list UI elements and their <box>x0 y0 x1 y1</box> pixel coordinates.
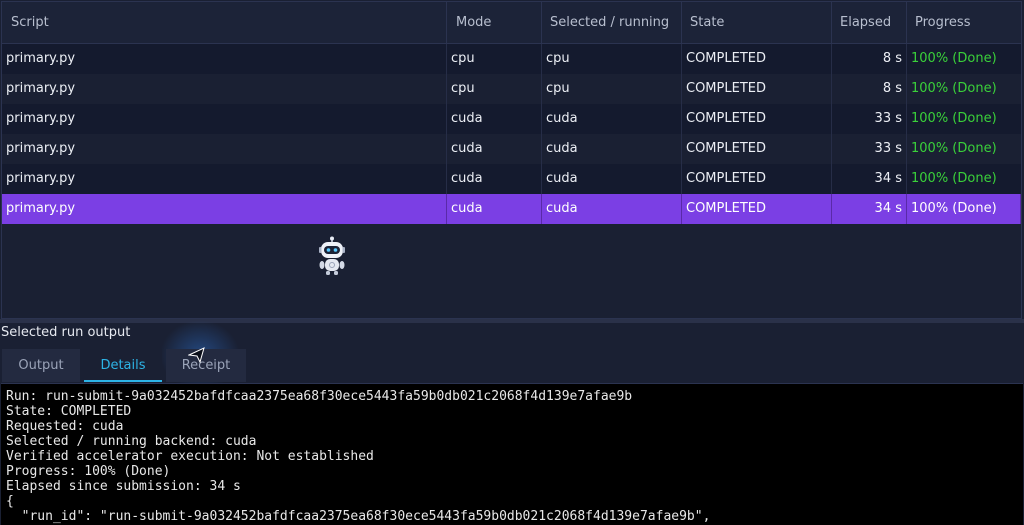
cell-mode: cpu <box>447 44 542 74</box>
cell-script: primary.py <box>2 164 447 194</box>
cell-state: COMPLETED <box>682 164 832 194</box>
cell-selected: cuda <box>542 104 682 134</box>
cell-mode: cuda <box>447 104 542 134</box>
cell-state: COMPLETED <box>682 44 832 74</box>
table-row[interactable]: primary.py cpu cpu COMPLETED 8 s 100% (Done) <box>2 74 1021 104</box>
cell-mode: cuda <box>447 134 542 164</box>
mouse-cursor-icon <box>188 347 205 364</box>
column-header-script[interactable]: Script <box>2 2 447 43</box>
console-line: Elapsed since submission: 34 s <box>6 479 241 494</box>
table-row[interactable]: primary.py cuda cuda COMPLETED 34 s 100% (Don… <box>2 164 1021 194</box>
cell-selected: cpu <box>542 74 682 104</box>
console-line: Run: run-submit-9a032452bafdfcaa2375ea68… <box>6 389 633 404</box>
runs-table: Script Mode Selected / running State Ela… <box>1 1 1022 319</box>
cell-script: primary.py <box>2 74 447 104</box>
table-row[interactable]: primary.py cuda cuda COMPLETED 34 s 100% (Don… <box>2 194 1021 224</box>
cell-progress: 100% (Done) <box>911 51 997 66</box>
console-line: { <box>6 494 14 509</box>
tab-output[interactable]: Output <box>2 349 80 382</box>
cell-selected: cpu <box>542 44 682 74</box>
cell-script: primary.py <box>2 44 447 74</box>
cell-selected: cuda <box>542 134 682 164</box>
cell-mode: cuda <box>447 194 542 224</box>
table-row[interactable]: primary.py cuda cuda COMPLETED 33 s 100% (Don… <box>2 134 1021 164</box>
cell-elapsed: 34 s <box>832 164 907 194</box>
console-line: Selected / running backend: cuda <box>6 434 257 449</box>
table-row[interactable]: primary.py cuda cuda COMPLETED 33 s 100% (Don… <box>2 104 1021 134</box>
console-line: Verified accelerator execution: Not esta… <box>6 449 374 464</box>
cell-progress: 100% (Done) <box>911 141 997 156</box>
console-line: State: COMPLETED <box>6 404 132 419</box>
details-console[interactable]: Run: run-submit-9a032452bafdfcaa2375ea68… <box>1 383 1023 525</box>
cell-elapsed: 8 s <box>832 44 907 74</box>
table-row[interactable]: primary.py cpu cpu COMPLETED 8 s 100% (Done) <box>2 44 1021 74</box>
cell-selected: cuda <box>542 194 682 224</box>
column-header-mode[interactable]: Mode <box>447 2 542 43</box>
cell-script: primary.py <box>2 194 447 224</box>
cell-script: primary.py <box>2 104 447 134</box>
cell-selected: cuda <box>542 164 682 194</box>
column-header-progress[interactable]: Progress <box>907 2 1021 43</box>
table-header: Script Mode Selected / running State Ela… <box>2 2 1021 44</box>
cell-elapsed: 8 s <box>832 74 907 104</box>
cell-state: COMPLETED <box>682 194 832 224</box>
cell-state: COMPLETED <box>682 104 832 134</box>
cell-elapsed: 33 s <box>832 104 907 134</box>
cell-progress: 100% (Done) <box>907 194 1021 224</box>
cell-script: primary.py <box>2 134 447 164</box>
output-tabs: Output Details Receipt <box>0 345 1024 383</box>
column-header-elapsed[interactable]: Elapsed <box>832 2 907 43</box>
cell-elapsed: 33 s <box>832 134 907 164</box>
console-line: Progress: 100% (Done) <box>6 464 171 479</box>
cell-mode: cpu <box>447 74 542 104</box>
column-header-selected-running[interactable]: Selected / running <box>542 2 682 43</box>
output-panel-label: Selected run output <box>1 325 131 340</box>
cell-elapsed: 34 s <box>832 194 907 224</box>
cell-progress: 100% (Done) <box>911 81 997 96</box>
robot-assistant-icon[interactable] <box>314 236 350 276</box>
console-line: "run_id": "run-submit-9a032452bafdfcaa23… <box>6 509 711 524</box>
tab-receipt[interactable]: Receipt <box>166 349 246 382</box>
cell-state: COMPLETED <box>682 134 832 164</box>
tab-details[interactable]: Details <box>84 349 162 382</box>
cell-mode: cuda <box>447 164 542 194</box>
cell-state: COMPLETED <box>682 74 832 104</box>
cell-progress: 100% (Done) <box>911 111 997 126</box>
console-line: Requested: cuda <box>6 419 124 434</box>
column-header-state[interactable]: State <box>682 2 832 43</box>
panel-splitter[interactable] <box>0 319 1024 323</box>
cell-progress: 100% (Done) <box>911 171 997 186</box>
